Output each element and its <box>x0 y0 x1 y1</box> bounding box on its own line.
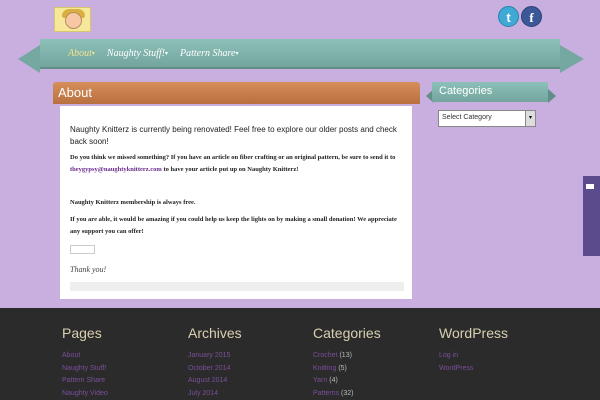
footer-archives-title: Archives <box>188 325 242 341</box>
footer-link[interactable]: August 2014 <box>188 375 242 388</box>
logo-face <box>65 12 82 29</box>
chevron-down-icon: ▾ <box>235 50 239 57</box>
footer-link[interactable]: January 2015 <box>188 350 242 363</box>
footer-link[interactable]: October 2014 <box>188 363 242 376</box>
sidebar-title: Categories <box>439 85 493 97</box>
twitter-icon[interactable]: t <box>498 6 519 27</box>
footer-link[interactable]: About <box>62 350 108 363</box>
main-nav: About▾ Naughty Stuff!▾ Pattern Share▾ <box>40 39 560 69</box>
facebook-icon[interactable]: f <box>521 6 542 27</box>
feedback-tab[interactable] <box>583 176 600 256</box>
footer-categories: Categories Crochet (13) Knitting (5) Yar… <box>313 325 381 400</box>
footer-link[interactable]: Naughty Video <box>62 388 108 400</box>
nav-item-about[interactable]: About▾ <box>68 48 95 59</box>
category-select-value: Select Category <box>442 114 492 121</box>
membership-text: Naughty Knitterz membership is always fr… <box>70 199 196 206</box>
content-footer-bar <box>70 282 404 291</box>
page-title-banner: About <box>53 82 420 104</box>
content-card: Naughty Knitterz is currently being reno… <box>60 106 412 299</box>
chevron-down-icon: ▾ <box>164 50 168 57</box>
nav-ribbon-tail-left <box>18 45 40 73</box>
footer-pages: Pages About Naughty Stuff! Pattern Share… <box>62 325 108 400</box>
nav-item-pattern-share[interactable]: Pattern Share▾ <box>180 48 238 59</box>
footer-pages-title: Pages <box>62 325 102 341</box>
email-link[interactable]: theygypsy@naughtyknitterz.com <box>70 166 162 173</box>
footer-category-item[interactable]: Yarn (4) <box>313 375 381 388</box>
footer-category-item[interactable]: Crochet (13) <box>313 350 381 363</box>
donation-text: If you are able, it would be amazing if … <box>70 216 397 235</box>
footer-link[interactable]: Pattern Share <box>62 375 108 388</box>
footer-link[interactable]: WordPress <box>439 363 508 376</box>
footer-link[interactable]: Log in <box>439 350 508 363</box>
sidebar-ribbon-tail-right <box>548 89 556 103</box>
mail-icon <box>586 184 594 189</box>
donate-button[interactable] <box>70 245 95 254</box>
footer-wordpress: WordPress Log in WordPress <box>439 325 508 375</box>
footer-link[interactable]: Naughty Stuff! <box>62 363 108 376</box>
intro-text: Naughty Knitterz is currently being reno… <box>70 125 397 146</box>
chevron-down-icon: ▾ <box>525 111 535 126</box>
page-title: About <box>58 85 92 100</box>
site-logo[interactable] <box>54 7 91 32</box>
footer-category-item[interactable]: Knitting (5) <box>313 363 381 376</box>
article-prompt: Do you think we missed something? If you… <box>70 154 396 173</box>
thanks-text: Thank you! <box>70 265 107 274</box>
chevron-down-icon: ▾ <box>91 50 95 57</box>
nav-item-naughty-stuff[interactable]: Naughty Stuff!▾ <box>107 48 168 59</box>
category-select[interactable]: Select Category ▾ <box>438 110 536 127</box>
site-footer: Pages About Naughty Stuff! Pattern Share… <box>0 308 600 400</box>
sidebar-categories-header: Categories <box>432 82 548 102</box>
footer-archives: Archives January 2015 October 2014 Augus… <box>188 325 242 400</box>
footer-link[interactable]: July 2014 <box>188 388 242 400</box>
footer-category-item[interactable]: Patterns (32) <box>313 388 381 400</box>
nav-ribbon-tail-right <box>560 45 584 73</box>
footer-wordpress-title: WordPress <box>439 325 508 341</box>
footer-categories-title: Categories <box>313 325 381 341</box>
